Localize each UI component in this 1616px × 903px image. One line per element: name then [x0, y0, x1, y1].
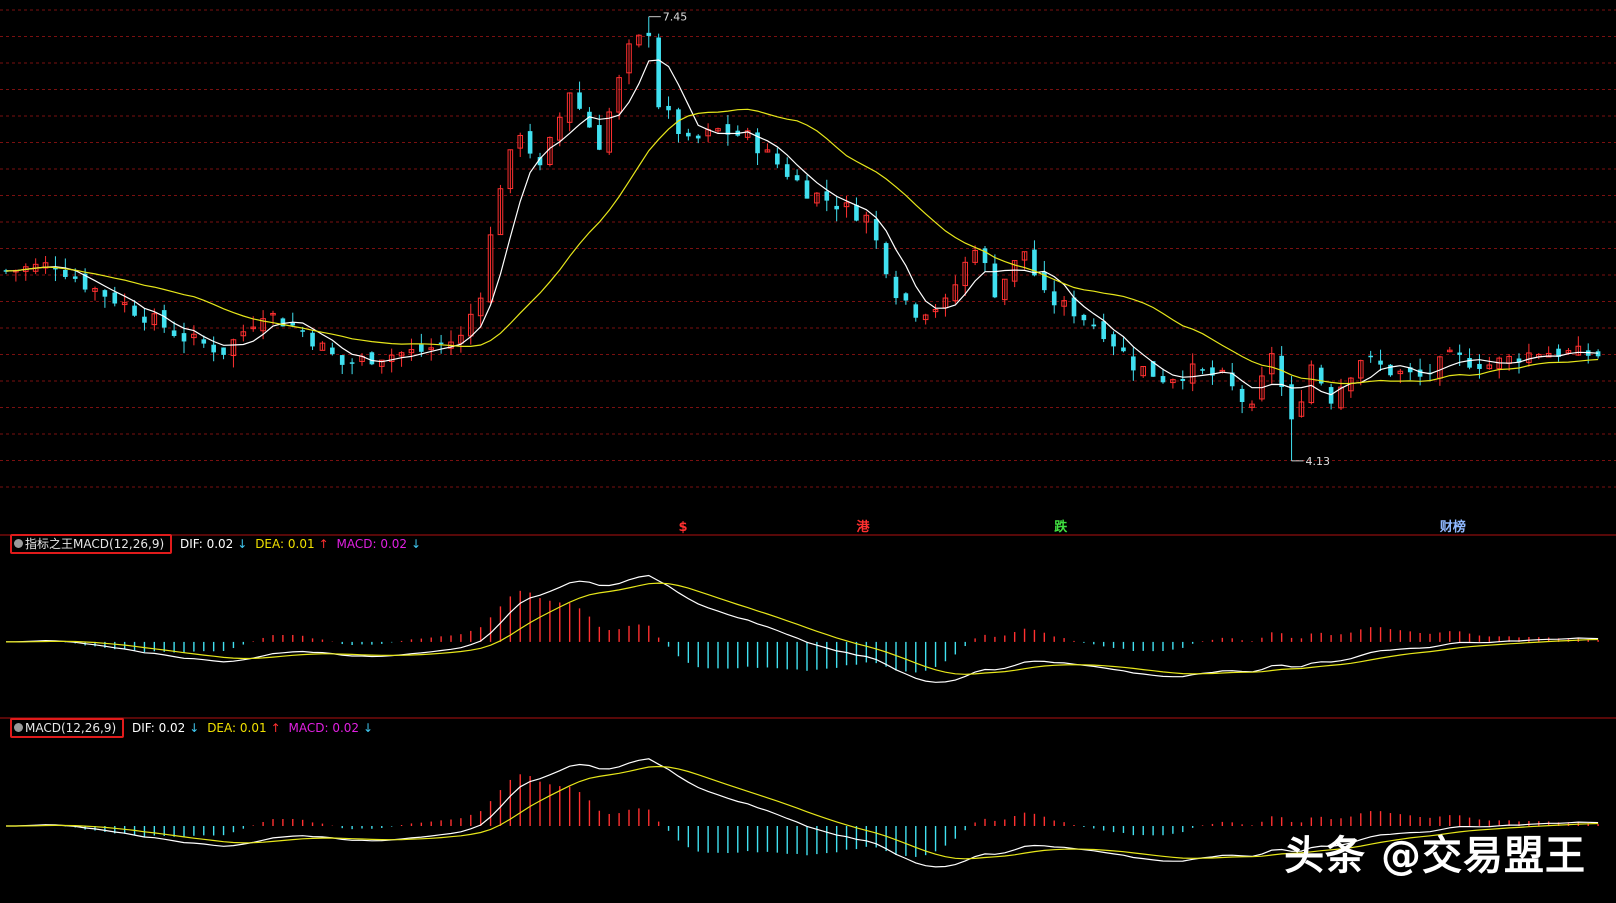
candle-body [300, 330, 305, 332]
candle-body [1101, 321, 1106, 340]
candle-body [369, 352, 375, 365]
candle-body [646, 32, 652, 36]
macd-arrow-icon: ↓ [363, 721, 374, 735]
candle-body [1477, 363, 1482, 369]
candle-body [794, 175, 800, 181]
candle-body [1051, 291, 1057, 306]
candle-body [695, 135, 701, 139]
macd-value: MACD: 0.02 [336, 537, 408, 551]
candle-body [784, 164, 790, 177]
candle-body [597, 125, 602, 150]
event-marker: $ [678, 520, 687, 535]
candle-body [1160, 376, 1166, 383]
candle-body [1180, 378, 1186, 382]
event-marker: 跌 [1054, 519, 1068, 535]
indicator-name: MACD(12,26,9) [25, 721, 117, 735]
ma-long-line [5, 108, 1599, 385]
dif-value: DIF: 0.02 [131, 721, 186, 735]
candle-body [1595, 351, 1601, 357]
candle-body [221, 347, 226, 355]
candle-body [1200, 369, 1205, 371]
candle-body [804, 180, 810, 199]
candle-body [171, 330, 177, 336]
candle-body [211, 344, 216, 353]
candle-body [775, 153, 780, 165]
macd-value: MACD: 0.02 [288, 721, 360, 735]
candle-body [1091, 324, 1097, 327]
candle-body [181, 333, 187, 342]
candle-body [339, 355, 345, 365]
dea-value: DEA: 0.01 [207, 721, 267, 735]
candle-body [290, 322, 296, 326]
candle-body [1081, 314, 1087, 321]
candle-body [438, 342, 444, 345]
candle-body [1071, 297, 1077, 317]
price-chart: 7.45 4.13 $ 港 跌 财榜 [0, 9, 1616, 868]
panel1-dea-line [6, 582, 1599, 675]
indicator-legend-2: MACD(12,26,9) DIF: 0.02 ↓ DEA: 0.01 ↑ MACD… [10, 718, 377, 738]
candle-body [873, 219, 879, 241]
ma-short-line [5, 59, 1599, 396]
candle-body [112, 292, 118, 304]
candle-body [132, 305, 137, 316]
candle-body [1121, 347, 1126, 352]
indicator-name-box[interactable]: 指标之王MACD(12,26,9) [10, 534, 173, 554]
candle-body [1457, 352, 1462, 355]
candle-body [1417, 369, 1423, 377]
candle-body [1131, 356, 1136, 371]
candle-body [349, 362, 355, 364]
candle-body [903, 293, 909, 301]
event-marker: 财榜 [1440, 519, 1466, 535]
candle-body [854, 204, 859, 221]
candle-body [587, 111, 592, 128]
candle-body [72, 276, 78, 279]
candle-body [1289, 384, 1294, 420]
high-price-label: 7.45 [663, 11, 688, 24]
candle-body [419, 344, 424, 352]
candle-body [1467, 358, 1472, 368]
candle-body [1378, 360, 1383, 365]
dif-value: DIF: 0.02 [179, 537, 234, 551]
candle-body [527, 131, 533, 154]
watermark: 头条 @交易盟王 [1284, 833, 1586, 879]
indicator-toggle-icon[interactable] [14, 539, 23, 548]
indicator-name: 指标之王MACD(12,26,9) [25, 537, 165, 551]
candle-body [824, 191, 830, 201]
candle-body [330, 347, 335, 355]
candle-body [686, 132, 691, 137]
candle-body [893, 276, 899, 299]
dea-arrow-icon: ↑ [318, 537, 329, 551]
dif-arrow-icon: ↓ [237, 537, 248, 551]
macd-arrow-icon: ↓ [411, 537, 422, 551]
candle-body [913, 304, 919, 318]
candle-body [883, 243, 889, 275]
chart-stage: 7.45 4.13 $ 港 跌 财榜 指标之王MACD(12,26,9) DIF: 0.0… [0, 0, 1616, 903]
indicator-name-box[interactable]: MACD(12,26,9) [10, 718, 125, 738]
dif-arrow-icon: ↓ [189, 721, 200, 735]
candle-body [1368, 355, 1373, 358]
indicator-legend-1: 指标之王MACD(12,26,9) DIF: 0.02 ↓ DEA: 0.01 ↑ … [10, 534, 425, 554]
candle-body [666, 105, 671, 111]
candle-body [834, 205, 839, 210]
candle-body [1111, 334, 1116, 347]
candle-body [577, 92, 582, 109]
dea-arrow-icon: ↑ [270, 721, 281, 735]
candle-body [142, 316, 147, 323]
candle-body [201, 339, 207, 344]
candle-body [1239, 388, 1245, 402]
candle-body [102, 290, 108, 297]
candle-body [63, 269, 68, 277]
event-marker: 港 [856, 519, 870, 535]
low-price-label: 4.13 [1306, 455, 1331, 468]
panel1-dif-line [6, 574, 1599, 683]
indicator-toggle-icon[interactable] [14, 723, 23, 732]
candle-body [161, 310, 167, 328]
candle-body [310, 332, 315, 347]
dea-value: DEA: 0.01 [255, 537, 315, 551]
candle-body [992, 263, 998, 298]
candle-body [656, 37, 661, 108]
